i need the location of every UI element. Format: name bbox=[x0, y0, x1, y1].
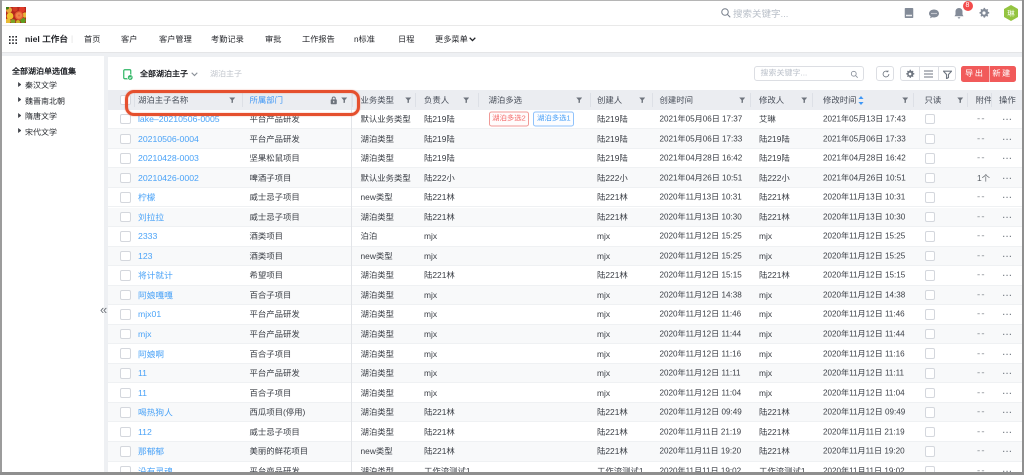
svg-text:琳: 琳 bbox=[1007, 8, 1015, 19]
